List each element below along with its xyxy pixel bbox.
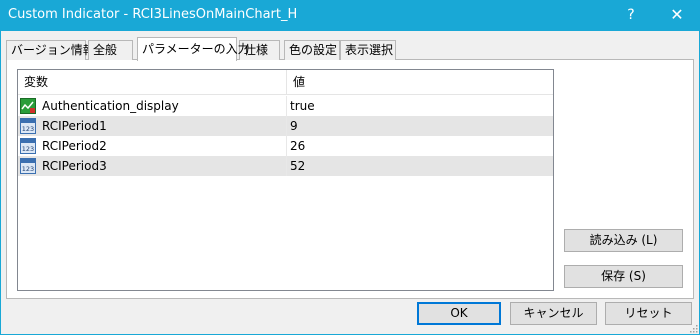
column-divider <box>286 156 287 176</box>
window-title: Custom Indicator - RCI3LinesOnMainChart_… <box>8 7 298 22</box>
table-row[interactable]: 123 RCIPeriod1 9 <box>18 116 553 136</box>
column-divider <box>286 136 287 156</box>
close-button[interactable]: ✕ <box>662 3 692 27</box>
column-header-variable[interactable]: 変数 <box>18 70 286 95</box>
parameter-grid[interactable]: 変数 値 Authentication_display true 123 RCI… <box>17 69 554 291</box>
param-name: RCIPeriod3 <box>42 159 107 173</box>
save-button[interactable]: 保存 (S) <box>564 265 683 288</box>
param-name: RCIPeriod2 <box>42 139 107 153</box>
tab-color-settings[interactable]: 色の設定 <box>284 40 340 60</box>
boolean-param-icon <box>20 98 36 114</box>
load-button[interactable]: 読み込み (L) <box>564 229 683 252</box>
table-row[interactable]: Authentication_display true <box>18 96 553 116</box>
param-value[interactable]: true <box>290 96 315 116</box>
integer-param-icon: 123 <box>20 158 36 174</box>
param-value[interactable]: 26 <box>290 136 305 156</box>
table-row[interactable]: 123 RCIPeriod2 26 <box>18 136 553 156</box>
resize-grip-icon[interactable] <box>688 323 698 333</box>
tab-display-select[interactable]: 表示選択 <box>340 40 396 60</box>
table-row[interactable]: 123 RCIPeriod3 52 <box>18 156 553 176</box>
svg-text:123: 123 <box>22 145 34 153</box>
cancel-button[interactable]: キャンセル <box>510 302 597 325</box>
column-divider <box>286 96 287 116</box>
param-value[interactable]: 52 <box>290 156 305 176</box>
column-divider <box>286 116 287 136</box>
reset-button[interactable]: リセット <box>605 302 692 325</box>
tab-parameters[interactable]: パラメーターの入力 <box>137 37 250 61</box>
integer-param-icon: 123 <box>20 138 36 154</box>
integer-param-icon: 123 <box>20 118 36 134</box>
tab-version-info[interactable]: バージョン情報 <box>6 40 95 60</box>
svg-text:123: 123 <box>22 165 34 173</box>
tab-general[interactable]: 全般 <box>88 40 133 60</box>
help-button[interactable]: ? <box>618 5 644 25</box>
param-name: Authentication_display <box>42 99 179 113</box>
param-value[interactable]: 9 <box>290 116 298 136</box>
title-bar[interactable]: Custom Indicator - RCI3LinesOnMainChart_… <box>0 0 700 31</box>
grid-header: 変数 値 <box>18 70 553 95</box>
column-header-value[interactable]: 値 <box>287 70 553 95</box>
svg-text:123: 123 <box>22 125 34 133</box>
param-name: RCIPeriod1 <box>42 119 107 133</box>
ok-button[interactable]: OK <box>417 302 501 325</box>
